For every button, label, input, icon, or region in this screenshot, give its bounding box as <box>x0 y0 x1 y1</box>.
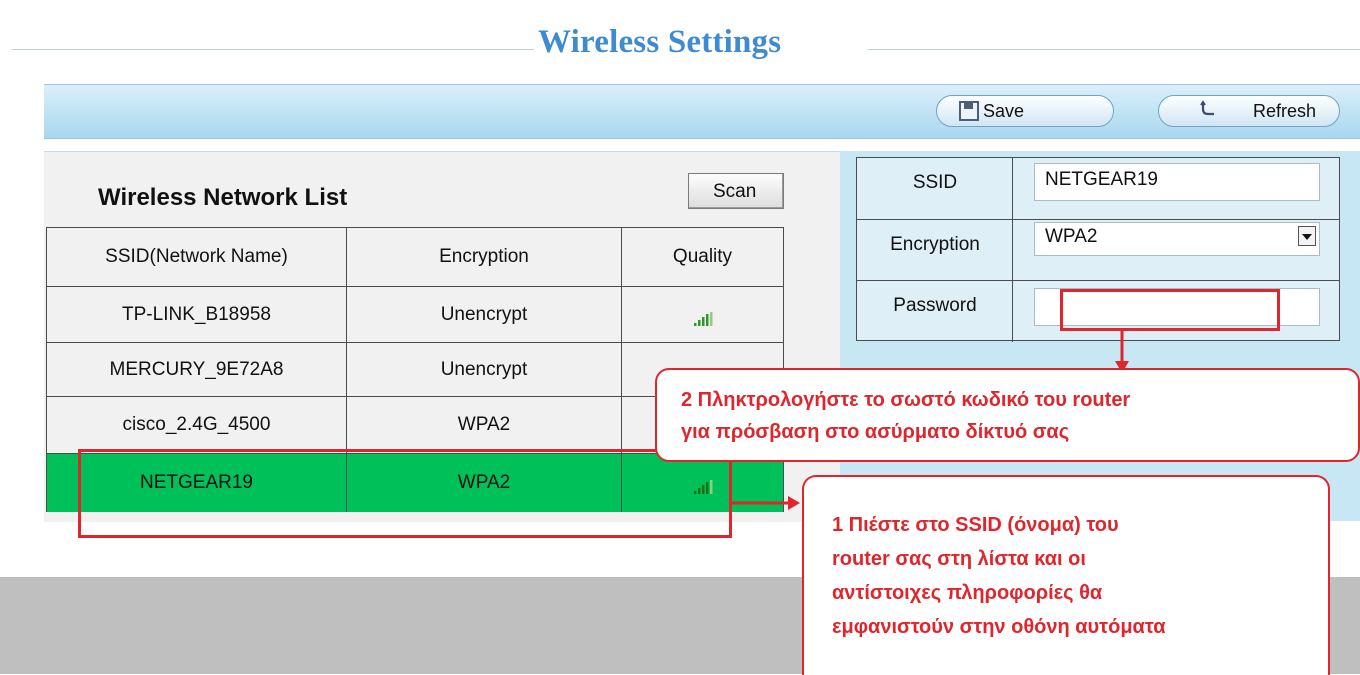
ssid-callout-line-4: εμφανιστούν στην οθόνη αυτόματα <box>832 616 1166 638</box>
ssid-callout-line-1: 1 Πιέστε στο SSID (όνομα) του <box>832 514 1119 536</box>
ssid-instruction-callout: 1 Πιέστε στο SSID (όνομα) του router σας… <box>802 475 1330 675</box>
password-callout-line-1: 2 Πληκτρολογήστε το σωστό κωδικό του rou… <box>681 389 1131 411</box>
arrow-right-icon <box>788 496 800 510</box>
password-instruction-callout: 2 Πληκτρολογήστε το σωστό κωδικό του rou… <box>655 368 1360 462</box>
password-callout-line-2: για πρόσβαση στο ασύρματο δίκτυό σας <box>681 421 1070 443</box>
ssid-callout-line-3: αντίστοιχες πληροφορίες θα <box>832 582 1103 604</box>
ssid-callout-line-2: router σας στη λίστα και οι <box>832 548 1086 570</box>
